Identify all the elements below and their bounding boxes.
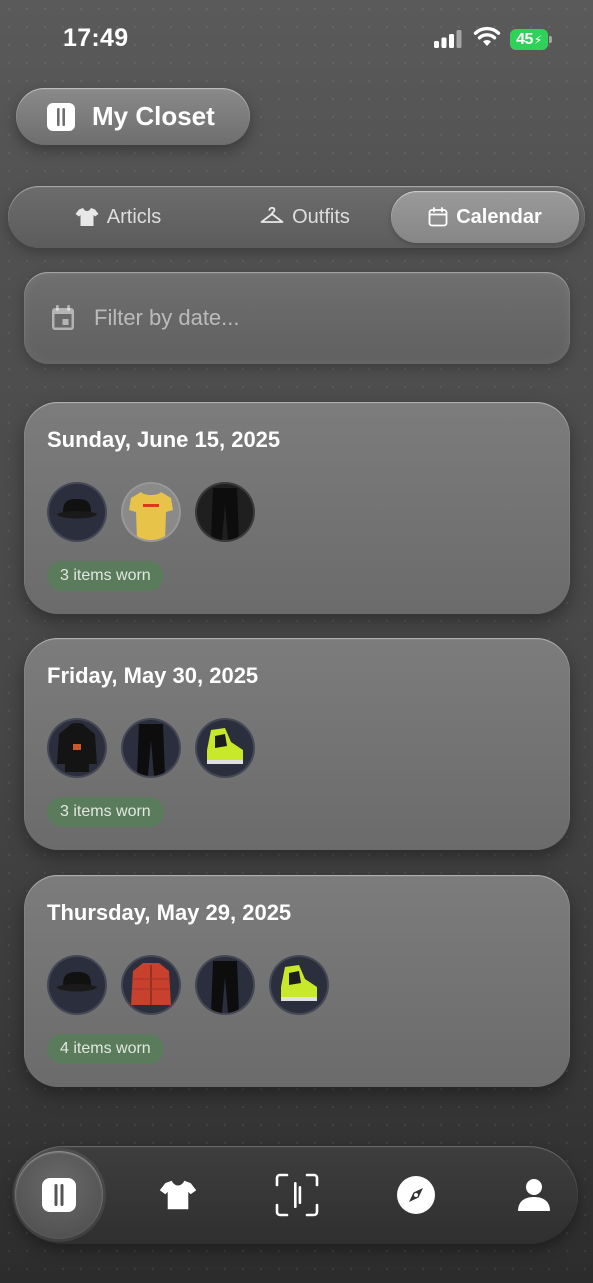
nav-scan[interactable] xyxy=(256,1154,338,1236)
item-thumbnail-black-pants[interactable] xyxy=(195,482,255,542)
item-thumbnail-black-pants[interactable] xyxy=(195,955,255,1015)
tshirt-icon xyxy=(75,208,99,226)
black-hoodie-icon xyxy=(57,723,97,772)
nav-closet[interactable] xyxy=(15,1151,103,1239)
closet-icon xyxy=(47,102,75,131)
item-thumbnail-black-pants[interactable] xyxy=(121,718,181,778)
entry-date: Thursday, May 29, 2025 xyxy=(47,900,292,925)
tab-articls-label: Articls xyxy=(106,205,162,228)
battery-level: 45 xyxy=(516,30,533,48)
bucket-hat-icon xyxy=(57,499,97,519)
calendar-event-icon xyxy=(52,305,74,330)
calendar-icon xyxy=(428,207,448,227)
calendar-entry-card[interactable]: Thursday, May 29, 2025 4 items worn xyxy=(24,875,570,1087)
item-thumbnail-neon-sneaker[interactable] xyxy=(269,955,329,1015)
yellow-shirt-icon xyxy=(129,492,173,540)
calendar-entry-card[interactable]: Friday, May 30, 2025 3 items worn xyxy=(24,638,570,850)
item-thumbnail-yellow-shirt[interactable] xyxy=(121,482,181,542)
neon-sneaker-icon xyxy=(207,728,243,764)
my-closet-header[interactable]: My Closet xyxy=(16,88,250,145)
tab-outfits[interactable]: Outfits xyxy=(230,191,380,243)
tab-calendar[interactable]: Calendar xyxy=(391,191,579,243)
neon-sneaker-icon xyxy=(281,965,317,1001)
bottom-tab-bar xyxy=(14,1146,578,1244)
status-time: 17:49 xyxy=(63,24,129,52)
items-worn-badge: 4 items worn xyxy=(47,1034,164,1064)
item-thumbnail-black-hoodie[interactable] xyxy=(47,718,107,778)
compass-icon xyxy=(397,1176,435,1214)
item-thumbnail-bucket-hat[interactable] xyxy=(47,955,107,1015)
black-pants-icon xyxy=(211,961,239,1013)
item-thumbnail-neon-sneaker[interactable] xyxy=(195,718,255,778)
tshirt-icon xyxy=(159,1180,197,1210)
worn-items-row xyxy=(47,482,255,542)
calendar-entry-card[interactable]: Sunday, June 15, 2025 3 items worn xyxy=(24,402,570,614)
black-pants-icon xyxy=(137,724,165,776)
tab-calendar-label: Calendar xyxy=(456,205,542,228)
entry-date: Friday, May 30, 2025 xyxy=(47,663,259,688)
date-filter-input[interactable]: Filter by date... xyxy=(24,272,570,364)
page-title: My Closet xyxy=(92,101,215,131)
view-segmented-control: Articls Outfits Calendar xyxy=(8,186,585,248)
nav-articles[interactable] xyxy=(137,1154,219,1236)
status-bar: 17:49 45 ⚡ xyxy=(0,0,593,80)
worn-items-row xyxy=(47,718,255,778)
profile-icon xyxy=(518,1179,550,1211)
nav-profile[interactable] xyxy=(493,1154,575,1236)
worn-items-row xyxy=(47,955,329,1015)
items-worn-badge: 3 items worn xyxy=(47,797,164,827)
entry-date: Sunday, June 15, 2025 xyxy=(47,427,281,452)
tab-outfits-label: Outfits xyxy=(292,205,350,228)
wifi-icon xyxy=(473,26,501,46)
hanger-icon xyxy=(260,207,284,223)
cellular-signal-icon xyxy=(434,30,462,48)
black-pants-icon xyxy=(211,488,239,540)
battery-indicator: 45 ⚡ xyxy=(510,29,552,50)
scan-icon xyxy=(275,1173,319,1217)
red-jacket-icon xyxy=(131,963,171,1005)
bucket-hat-icon xyxy=(57,972,97,992)
filter-placeholder: Filter by date... xyxy=(94,305,240,330)
items-worn-badge: 3 items worn xyxy=(47,561,164,591)
tab-articls[interactable]: Articls xyxy=(48,191,188,243)
closet-icon xyxy=(42,1178,76,1212)
item-thumbnail-bucket-hat[interactable] xyxy=(47,482,107,542)
nav-explore[interactable] xyxy=(375,1154,457,1236)
item-thumbnail-red-jacket[interactable] xyxy=(121,955,181,1015)
